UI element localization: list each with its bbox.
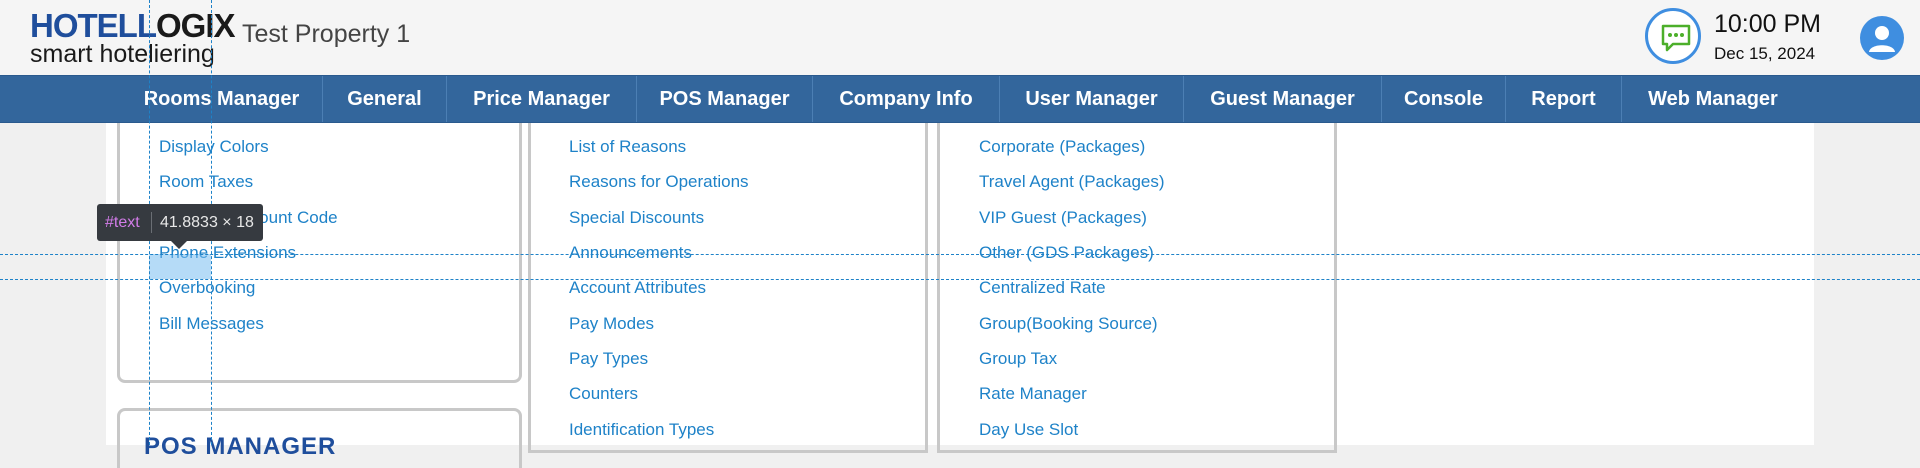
inspector-node-size: 41.8833 × 18	[160, 214, 254, 231]
link-display-colors[interactable]: Display Colors	[159, 137, 269, 157]
link-announcements[interactable]: Announcements	[569, 243, 692, 263]
link-rate-manager[interactable]: Rate Manager	[979, 384, 1087, 404]
nav-price-manager[interactable]: Price Manager	[447, 76, 637, 122]
link-room-taxes[interactable]: Room Taxes	[159, 172, 253, 192]
link-travel-agent-packages[interactable]: Travel Agent (Packages)	[979, 172, 1165, 192]
inspector-highlight-box	[149, 254, 211, 279]
property-name[interactable]: Test Property 1	[242, 20, 410, 49]
chat-bubble-icon	[1661, 24, 1691, 52]
nav-web-manager[interactable]: Web Manager	[1622, 76, 1804, 122]
inspector-tooltip-arrow	[171, 241, 187, 249]
chat-button[interactable]	[1645, 8, 1701, 64]
logo-tagline: smart hoteliering	[30, 40, 215, 68]
link-reasons-for-operations[interactable]: Reasons for Operations	[569, 172, 749, 192]
link-counters[interactable]: Counters	[569, 384, 638, 404]
link-list-of-reasons[interactable]: List of Reasons	[569, 137, 686, 157]
clock-date: Dec 15, 2024	[1714, 44, 1816, 63]
nav-report[interactable]: Report	[1506, 76, 1622, 122]
link-centralized-rate[interactable]: Centralized Rate	[979, 278, 1106, 298]
top-header: HOTELLOGIX smart hoteliering Test Proper…	[0, 0, 1920, 76]
link-group-tax[interactable]: Group Tax	[979, 349, 1057, 369]
link-group-booking-source[interactable]: Group(Booking Source)	[979, 314, 1158, 334]
nav-pos-manager[interactable]: POS Manager	[637, 76, 813, 122]
link-pay-modes[interactable]: Pay Modes	[569, 314, 654, 334]
inspector-tooltip-divider	[151, 212, 152, 233]
nav-guest-manager[interactable]: Guest Manager	[1184, 76, 1382, 122]
menu-content-area: Display Colors Room Taxes Revenue Accoun…	[106, 123, 1814, 468]
inspector-node-tag: #text	[105, 214, 140, 231]
nav-user-manager[interactable]: User Manager	[1000, 76, 1184, 122]
link-pay-types[interactable]: Pay Types	[569, 349, 648, 369]
nav-company-info[interactable]: Company Info	[813, 76, 1000, 122]
user-avatar-icon[interactable]	[1860, 16, 1904, 60]
nav-general[interactable]: General	[323, 76, 447, 122]
link-account-attributes[interactable]: Account Attributes	[569, 278, 706, 298]
nav-console[interactable]: Console	[1382, 76, 1506, 122]
inspector-guide-line-top	[0, 254, 1920, 255]
pos-manager-heading: POS MANAGER	[144, 433, 337, 460]
link-other-gds-packages[interactable]: Other (GDS Packages)	[979, 243, 1154, 263]
link-identification-types[interactable]: Identification Types	[569, 420, 714, 440]
link-day-use-slot[interactable]: Day Use Slot	[979, 420, 1078, 440]
clock-time: 10:00 PM	[1714, 10, 1822, 38]
inspector-tooltip: #text 41.8833 × 18	[97, 204, 263, 241]
hotelogix-logo[interactable]: HOTELLOGIX smart hoteliering	[30, 6, 236, 68]
main-nav: Rooms Manager General Price Manager POS …	[0, 75, 1920, 123]
inspector-guide-line-bottom	[0, 279, 1920, 280]
link-vip-guest-packages[interactable]: VIP Guest (Packages)	[979, 208, 1147, 228]
link-overbooking[interactable]: Overbooking	[159, 278, 255, 298]
link-corporate-packages[interactable]: Corporate (Packages)	[979, 137, 1145, 157]
link-special-discounts[interactable]: Special Discounts	[569, 208, 704, 228]
nav-rooms-manager[interactable]: Rooms Manager	[121, 76, 323, 122]
